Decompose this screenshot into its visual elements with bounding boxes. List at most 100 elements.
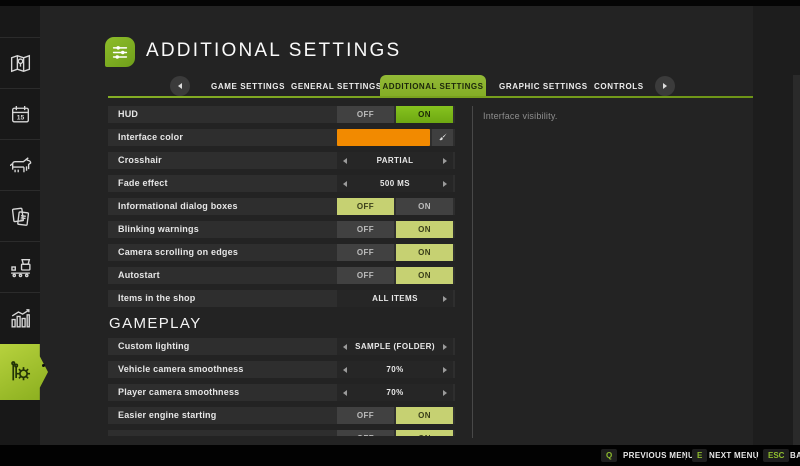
tab-controls[interactable]: CONTROLS	[594, 82, 644, 91]
selector-prev-arrow[interactable]	[343, 367, 347, 373]
toggle-on[interactable]: ON	[396, 221, 453, 238]
selector[interactable]: 70%	[337, 384, 453, 401]
tab-additional-settings[interactable]: ADDITIONAL SETTINGS	[380, 75, 486, 97]
selector-value: 70%	[386, 388, 403, 397]
toggle-off[interactable]: OFF	[337, 221, 394, 238]
sidebar-item-production[interactable]	[0, 241, 40, 292]
setting-label: Crosshair	[118, 152, 162, 169]
toggle-off[interactable]: OFF	[337, 430, 394, 436]
sidebar-item-calendar[interactable]: 15	[0, 88, 40, 139]
sidebar-item-animals[interactable]	[0, 139, 40, 190]
setting-row-custom-lighting[interactable]: Custom lighting SAMPLE (FOLDER)	[108, 338, 455, 355]
setting-label: HUD	[118, 106, 138, 123]
setting-row-crosshair[interactable]: Crosshair PARTIAL	[108, 152, 455, 169]
selector-prev-arrow[interactable]	[343, 390, 347, 396]
chevron-right-icon	[663, 83, 667, 89]
setting-label: Interface color	[118, 129, 183, 146]
toggle-off[interactable]: OFF	[337, 407, 394, 424]
setting-row-fade-effect[interactable]: Fade effect 500 MS	[108, 175, 455, 192]
app-window: 15 ADDITIONAL SETTINGS GAME SETTINGS GEN…	[0, 0, 800, 466]
setting-label: Fade effect	[118, 175, 168, 192]
toggle-on[interactable]: ON	[396, 198, 453, 215]
bottom-bar: Q PREVIOUS MENU E NEXT MENU ESC BACK	[0, 445, 800, 466]
production-icon	[8, 255, 33, 280]
toggle-off[interactable]: OFF	[337, 106, 394, 123]
selector-next-arrow[interactable]	[443, 181, 447, 187]
setting-label: Blinking warnings	[118, 221, 199, 238]
contracts-icon	[8, 204, 33, 229]
toggle-off[interactable]: OFF	[337, 198, 394, 215]
selector-next-arrow[interactable]	[443, 344, 447, 350]
setting-label: Autostart	[118, 267, 160, 284]
selector[interactable]: 70%	[337, 361, 453, 378]
key-badge-q: Q	[601, 449, 617, 462]
selector[interactable]: 500 MS	[337, 175, 453, 192]
setting-row-blinking-warnings[interactable]: Blinking warnings OFFON	[108, 221, 455, 238]
selector-next-arrow[interactable]	[443, 390, 447, 396]
statistics-icon	[8, 306, 33, 331]
setting-row-clipped[interactable]: OFFON	[108, 430, 455, 436]
svg-text:15: 15	[16, 114, 24, 121]
panel-separator	[472, 106, 473, 438]
setting-row-items-in-the-shop[interactable]: Items in the shopALL ITEMS	[108, 290, 455, 307]
selector-value: ALL ITEMS	[372, 294, 418, 303]
tab-general-settings[interactable]: GENERAL SETTINGS	[291, 82, 382, 91]
chevron-left-icon	[178, 83, 182, 89]
hint-next-menu[interactable]: NEXT MENU	[709, 451, 759, 460]
color-picker-button[interactable]	[432, 129, 453, 146]
sidebar-active-notch-dot	[42, 364, 45, 367]
tab-prev-button[interactable]	[170, 76, 190, 96]
selector-value: PARTIAL	[377, 156, 414, 165]
hint-back[interactable]: BACK	[790, 451, 800, 460]
selector[interactable]: PARTIAL	[337, 152, 453, 169]
selector-next-arrow[interactable]	[443, 296, 447, 302]
setting-row-autostart[interactable]: Autostart OFFON	[108, 267, 455, 284]
selector[interactable]: ALL ITEMS	[337, 290, 453, 307]
tab-next-button[interactable]	[655, 76, 675, 96]
toggle-on[interactable]: ON	[396, 106, 453, 123]
setting-label: Informational dialog boxes	[118, 198, 238, 215]
hint-separator	[685, 451, 686, 460]
selector-prev-arrow[interactable]	[343, 344, 347, 350]
setting-row-easier-engine-starting[interactable]: Easier engine startingOFFON	[108, 407, 455, 424]
toggle-on[interactable]: ON	[396, 244, 453, 261]
setting-row-player-camera-smoothness[interactable]: Player camera smoothness 70%	[108, 384, 455, 401]
selector-prev-arrow[interactable]	[343, 181, 347, 187]
setting-label: Custom lighting	[118, 338, 190, 355]
hint-previous-menu[interactable]: PREVIOUS MENU	[623, 451, 694, 460]
tabs-underline	[108, 96, 753, 98]
settings-icon	[6, 358, 35, 387]
toggle-on[interactable]: ON	[396, 430, 453, 436]
section-title-gameplay: GAMEPLAY	[109, 315, 455, 332]
setting-row-hud[interactable]: HUD OFFON	[108, 106, 455, 123]
toggle-on[interactable]: ON	[396, 407, 453, 424]
key-badge-e: E	[692, 449, 707, 462]
color-swatch[interactable]	[337, 129, 430, 146]
selector-value: 70%	[386, 365, 403, 374]
setting-row-informational-dialog-boxes[interactable]: Informational dialog boxes OFFON	[108, 198, 455, 215]
setting-row-camera-scrolling-on-edges[interactable]: Camera scrolling on edgesOFFON	[108, 244, 455, 261]
sidebar-item-map[interactable]	[0, 37, 40, 88]
selector-next-arrow[interactable]	[443, 158, 447, 164]
toggle-on[interactable]: ON	[396, 267, 453, 284]
tab-graphic-settings[interactable]: GRAPHIC SETTINGS	[499, 82, 588, 91]
sliders-icon	[105, 37, 135, 67]
setting-row-vehicle-camera-smoothness[interactable]: Vehicle camera smoothness 70%	[108, 361, 455, 378]
setting-row-interface-color[interactable]: Interface color	[108, 129, 455, 146]
hint-separator	[756, 451, 757, 460]
setting-label: Vehicle camera smoothness	[118, 361, 244, 378]
selector-prev-arrow[interactable]	[343, 158, 347, 164]
settings-list: HUDOFFONInterface colorCrosshairPARTIALF…	[108, 106, 455, 436]
selector-next-arrow[interactable]	[443, 367, 447, 373]
setting-label: Player camera smoothness	[118, 384, 239, 401]
selector-value: SAMPLE (FOLDER)	[355, 342, 435, 351]
toggle-off[interactable]: OFF	[337, 267, 394, 284]
sidebar-item-statistics[interactable]	[0, 292, 40, 343]
toggle-off[interactable]: OFF	[337, 244, 394, 261]
sidebar-item-contracts[interactable]	[0, 190, 40, 241]
tab-game-settings[interactable]: GAME SETTINGS	[211, 82, 285, 91]
selector[interactable]: SAMPLE (FOLDER)	[337, 338, 453, 355]
sidebar: 15	[0, 6, 40, 445]
right-edge-panel	[793, 75, 800, 445]
selector-value: 500 MS	[380, 179, 410, 188]
